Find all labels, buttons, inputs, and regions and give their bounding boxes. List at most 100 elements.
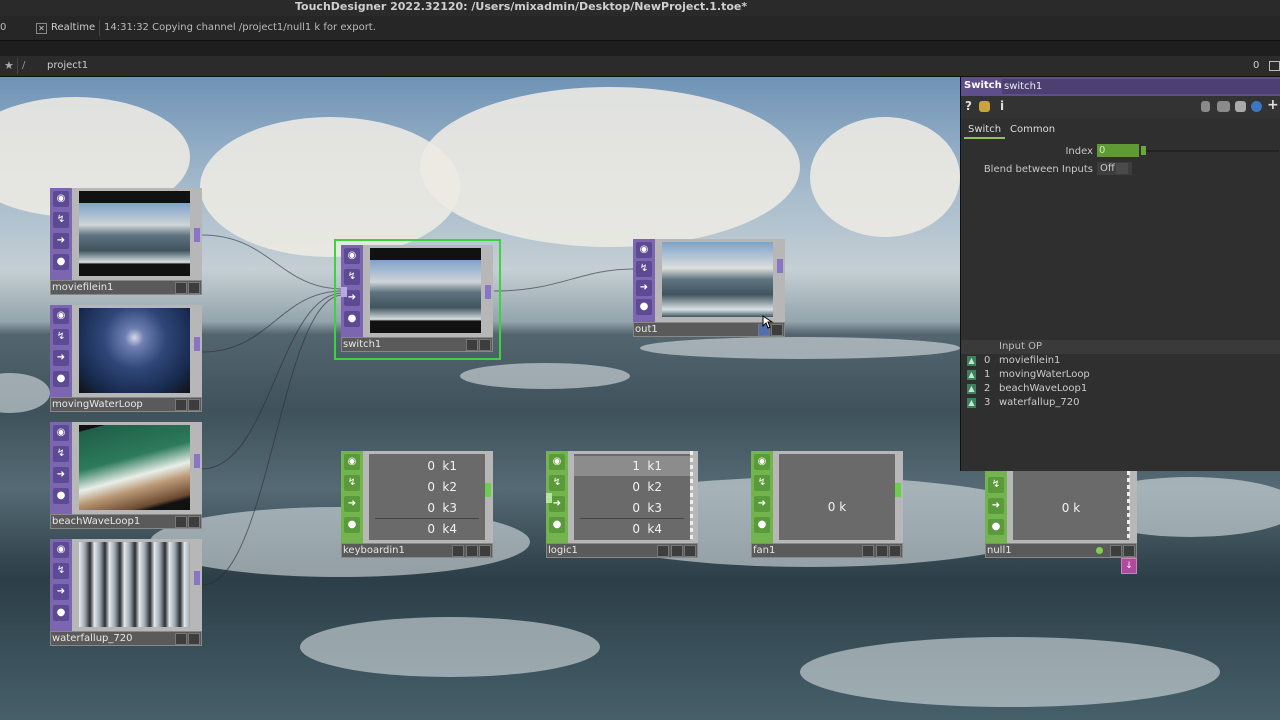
node-toggle[interactable] — [1110, 545, 1122, 557]
node-toggle[interactable] — [479, 545, 491, 557]
lock-icon[interactable]: ● — [549, 517, 565, 533]
root-path[interactable]: / — [22, 60, 25, 71]
output-connector[interactable] — [690, 451, 693, 539]
output-connector[interactable] — [777, 259, 783, 273]
tab-common[interactable]: Common — [1006, 122, 1059, 137]
display-icon[interactable]: ➜ — [53, 233, 69, 249]
node-name[interactable]: beachWaveLoop1 — [52, 515, 140, 528]
node-toggle[interactable] — [188, 282, 200, 294]
display-icon[interactable]: ➜ — [754, 496, 770, 512]
node-toggle[interactable] — [657, 545, 669, 557]
output-connector[interactable] — [485, 285, 491, 299]
index-field[interactable]: 0 — [1097, 144, 1139, 157]
operator-name-field[interactable]: switch1 — [1002, 79, 1280, 94]
input-row[interactable]: ▲ 0 moviefilein1 — [961, 354, 1280, 368]
viewer-icon[interactable]: ◉ — [636, 242, 652, 258]
lock-icon[interactable]: ● — [53, 371, 69, 387]
display-icon[interactable]: ➜ — [53, 467, 69, 483]
display-icon[interactable]: ➜ — [53, 584, 69, 600]
bypass-icon[interactable]: ↯ — [53, 212, 69, 228]
display-icon[interactable]: ➜ — [344, 496, 360, 512]
input-row[interactable]: ▲ 1 movingWaterLoop — [961, 368, 1280, 382]
display-icon[interactable]: ➜ — [988, 498, 1004, 514]
input-row[interactable]: ▲ 3 waterfallup_720 — [961, 396, 1280, 410]
language-icon[interactable] — [1235, 101, 1246, 112]
node-name[interactable]: out1 — [635, 323, 658, 336]
comment-icon[interactable] — [1217, 101, 1230, 112]
viewer-icon[interactable]: ◉ — [754, 454, 770, 470]
bypass-icon[interactable]: ↯ — [53, 446, 69, 462]
node-toggle[interactable] — [862, 545, 874, 557]
input-op-name[interactable]: movingWaterLoop — [999, 369, 1090, 380]
node-keyboardin1[interactable]: ◉ ↯ ➜ ● 0 k1 0 k2 0 k3 0 k4 keyboardin1 — [341, 451, 493, 558]
node-fan1[interactable]: ◉ ↯ ➜ ● 0 k fan1 — [751, 451, 903, 558]
star-icon[interactable]: ★ — [4, 59, 14, 72]
bypass-icon[interactable]: ↯ — [344, 269, 360, 285]
node-name[interactable]: null1 — [987, 544, 1012, 557]
display-icon[interactable]: ➜ — [636, 280, 652, 296]
window-icon[interactable] — [1269, 61, 1280, 71]
output-connector[interactable] — [194, 228, 200, 242]
bypass-icon[interactable]: ↯ — [53, 329, 69, 345]
lock-icon[interactable]: ● — [344, 311, 360, 327]
lock-icon[interactable]: ● — [53, 488, 69, 504]
node-toggle[interactable] — [188, 633, 200, 645]
node-toggle[interactable] — [452, 545, 464, 557]
lock-icon[interactable]: ● — [53, 605, 69, 621]
node-name[interactable]: fan1 — [753, 544, 775, 557]
viewer-icon[interactable]: ◉ — [53, 191, 69, 207]
node-toggle[interactable] — [175, 633, 187, 645]
realtime-checkbox[interactable]: ✕ — [36, 23, 47, 34]
viewer-icon[interactable]: ◉ — [549, 454, 565, 470]
bypass-icon[interactable]: ↯ — [988, 477, 1004, 493]
node-toggle[interactable] — [188, 516, 200, 528]
node-movingWaterLoop[interactable]: ◉ ↯ ➜ ● movingWaterLoop — [50, 305, 202, 412]
node-toggle[interactable] — [1123, 545, 1135, 557]
input-connector[interactable] — [546, 493, 552, 503]
node-toggle[interactable] — [466, 545, 478, 557]
input-op-name[interactable]: waterfallup_720 — [999, 397, 1079, 408]
viewer-icon[interactable]: ◉ — [344, 454, 360, 470]
output-connector[interactable] — [194, 454, 200, 468]
bypass-icon[interactable]: ↯ — [53, 563, 69, 579]
blend-toggle[interactable]: Off — [1097, 162, 1132, 175]
node-toggle[interactable] — [876, 545, 888, 557]
bypass-icon[interactable]: ↯ — [344, 475, 360, 491]
lock-icon[interactable]: ● — [344, 517, 360, 533]
viewer-icon[interactable]: ◉ — [344, 248, 360, 264]
input-arrow-icon[interactable]: ▲ — [967, 356, 976, 366]
node-name[interactable]: switch1 — [343, 338, 381, 351]
node-toggle[interactable] — [466, 339, 478, 351]
lock-icon[interactable]: ● — [636, 299, 652, 315]
node-toggle[interactable] — [188, 399, 200, 411]
export-flag-icon[interactable]: ↓ — [1121, 558, 1137, 574]
lock-icon[interactable]: ● — [988, 519, 1004, 535]
node-moviefilein1[interactable]: ◉ ↯ ➜ ● moviefilein1 — [50, 188, 202, 295]
lock-icon[interactable]: ● — [53, 254, 69, 270]
viewer-icon[interactable]: ◉ — [53, 542, 69, 558]
node-logic1[interactable]: ◉ ↯ ➜ ● 1 k1 0 k2 0 k3 0 k4 logic1 — [546, 451, 698, 558]
node-name[interactable]: keyboardin1 — [343, 544, 405, 557]
input-connector[interactable] — [341, 287, 347, 297]
index-slider-track[interactable] — [1143, 150, 1279, 152]
node-name[interactable]: waterfallup_720 — [52, 632, 132, 645]
tab-switch[interactable]: Switch — [964, 122, 1006, 139]
node-toggle[interactable] — [684, 545, 696, 557]
lock-icon[interactable]: ● — [754, 517, 770, 533]
input-arrow-icon[interactable]: ▲ — [967, 398, 976, 408]
input-arrow-icon[interactable]: ▲ — [967, 384, 976, 394]
python-help-icon[interactable] — [979, 101, 990, 112]
node-beachWaveLoop1[interactable]: ◉ ↯ ➜ ● beachWaveLoop1 — [50, 422, 202, 529]
display-icon[interactable]: ➜ — [53, 350, 69, 366]
realtime-label[interactable]: Realtime — [51, 22, 95, 33]
output-connector[interactable] — [895, 483, 901, 497]
viewer-icon[interactable]: ◉ — [53, 308, 69, 324]
edit-icon[interactable] — [1201, 101, 1210, 112]
output-connector[interactable] — [194, 337, 200, 351]
node-toggle[interactable] — [889, 545, 901, 557]
bypass-icon[interactable]: ↯ — [636, 261, 652, 277]
python-icon[interactable] — [1251, 101, 1262, 112]
output-connector[interactable] — [1127, 471, 1130, 539]
blend-toggle-box[interactable] — [1116, 163, 1128, 174]
index-slider-handle[interactable] — [1141, 146, 1146, 155]
